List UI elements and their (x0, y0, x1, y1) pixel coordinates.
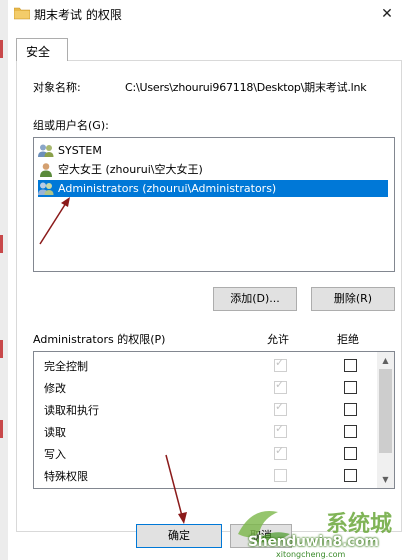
remove-button[interactable]: 删除(R) (311, 287, 395, 311)
group-users-icon (38, 144, 54, 157)
list-item-label: 空大女王 (zhourui\空大女王) (58, 163, 203, 176)
permission-row: 特殊权限 (34, 464, 372, 486)
allow-checkbox: ✓ (274, 356, 287, 372)
permission-name: 完全控制 (44, 360, 88, 373)
permission-name: 读取 (44, 426, 66, 439)
list-item-label: SYSTEM (58, 144, 102, 157)
security-panel: 对象名称: C:\Users\zhourui967118\Desktop\期末考… (16, 60, 402, 532)
tab-security[interactable]: 安全 (16, 38, 68, 61)
list-item-selected[interactable]: Administrators (zhourui\Administrators) (38, 180, 388, 197)
allow-checkbox: ✓ (274, 378, 287, 394)
deny-checkbox[interactable] (344, 447, 357, 460)
permission-name: 写入 (44, 448, 66, 461)
tab-security-label: 安全 (26, 45, 51, 59)
allow-checkbox: ✓ (274, 444, 287, 460)
permission-name: 读取和执行 (44, 404, 99, 417)
allow-checkbox: ✓ (274, 400, 287, 416)
window-title: 期末考试 的权限 (34, 8, 122, 22)
scroll-down-icon[interactable]: ▼ (377, 471, 394, 488)
group-user-label: 组或用户名(G): (33, 119, 109, 132)
deny-checkbox[interactable] (344, 425, 357, 438)
folder-icon (14, 7, 30, 20)
scroll-thumb[interactable] (379, 369, 392, 453)
group-user-list[interactable]: SYSTEM 空大女王 (zhourui\空大女王) Administrator… (33, 137, 395, 272)
permission-row: 修改 ✓ (34, 376, 372, 398)
object-name-label: 对象名称: (33, 81, 81, 94)
deny-column-header: 拒绝 (337, 333, 359, 346)
ok-button[interactable]: 确定 (136, 524, 222, 548)
allow-checkbox: ✓ (274, 422, 287, 438)
permission-row: 读取 ✓ (34, 420, 372, 442)
allow-checkbox (274, 469, 287, 482)
permissions-scrollbar[interactable]: ▲ ▼ (377, 352, 394, 488)
permission-row: 写入 ✓ (34, 442, 372, 464)
list-item[interactable]: 空大女王 (zhourui\空大女王) (38, 161, 388, 178)
deny-checkbox[interactable] (344, 469, 357, 482)
list-item-label: Administrators (zhourui\Administrators) (58, 182, 277, 195)
permissions-dialog: 期末考试 的权限 ✕ 安全 对象名称: C:\Users\zhourui9671… (8, 0, 410, 560)
user-icon (40, 163, 52, 177)
permissions-list[interactable]: 完全控制 ✓ 修改 ✓ 读取和执行 ✓ 读取 ✓ 写入 ✓ 特殊权限 ▲ ▼ (33, 351, 395, 489)
permission-row: 完全控制 ✓ (34, 354, 372, 376)
title-bar: 期末考试 的权限 ✕ (8, 0, 410, 28)
group-users-icon (38, 182, 54, 195)
allow-column-header: 允许 (267, 333, 289, 346)
watermark-url: xitongcheng.com (276, 550, 346, 559)
object-path: C:\Users\zhourui967118\Desktop\期末考试.lnk (125, 81, 367, 94)
add-button[interactable]: 添加(D)... (213, 287, 297, 311)
deny-checkbox[interactable] (344, 403, 357, 416)
deny-checkbox[interactable] (344, 359, 357, 372)
watermark: 系统城 Shenduwin8.com xitongcheng.com (234, 502, 410, 560)
permission-name: 修改 (44, 382, 66, 395)
permission-row: 读取和执行 ✓ (34, 398, 372, 420)
permission-name: 特殊权限 (44, 470, 88, 483)
background-window-edge (0, 0, 8, 560)
close-button[interactable]: ✕ (376, 4, 398, 24)
scroll-up-icon[interactable]: ▲ (377, 352, 394, 369)
watermark-main: Shenduwin8.com (248, 534, 379, 550)
permissions-label: Administrators 的权限(P) (33, 333, 166, 346)
deny-checkbox[interactable] (344, 381, 357, 394)
list-item[interactable]: SYSTEM (38, 142, 388, 159)
